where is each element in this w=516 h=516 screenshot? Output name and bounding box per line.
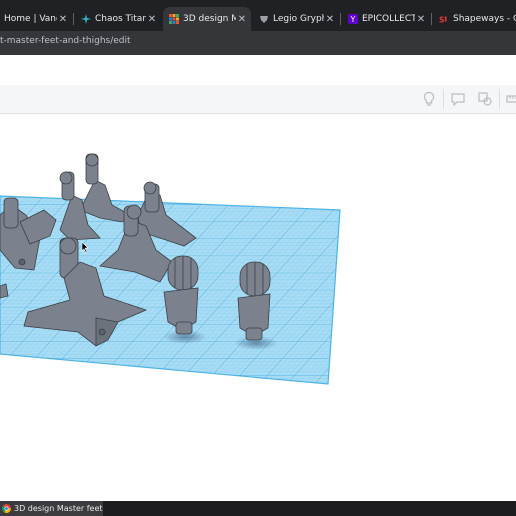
browser-tab-strip: Home | Vangua ✕ Chaos Titan by ✕ 3D desi… xyxy=(0,0,516,31)
shapeways-favicon-icon: S xyxy=(439,15,447,24)
tab-label: Legio Gryphon xyxy=(273,14,324,24)
speech-bubble-icon[interactable] xyxy=(447,88,469,110)
tab-epicollector[interactable]: Y EPICOLLECTOR ✕ xyxy=(342,7,430,31)
chrome-icon xyxy=(2,504,11,513)
yahoo-favicon-icon: Y xyxy=(348,14,358,24)
tab-label: Chaos Titan by xyxy=(95,14,146,24)
tab-chaos-titan[interactable]: Chaos Titan by ✕ xyxy=(75,7,161,31)
tab-separator xyxy=(340,13,341,25)
taskbar-item-label: 3D design Master feet ... xyxy=(14,504,103,513)
toolbar-separator xyxy=(499,89,500,109)
close-tab-icon[interactable]: ✕ xyxy=(57,14,69,25)
close-tab-icon[interactable]: ✕ xyxy=(236,14,248,25)
tab-label: Shapeways - Cr xyxy=(453,14,516,24)
thingiverse-favicon-icon xyxy=(81,14,91,24)
os-taskbar: 3D design Master feet ... xyxy=(0,501,516,516)
shield-favicon-icon xyxy=(260,16,268,23)
tab-label: Home | Vangua xyxy=(4,14,57,24)
svg-text:S: S xyxy=(439,15,444,24)
tinkercad-favicon-icon xyxy=(169,14,179,24)
tinkercad-editor xyxy=(0,55,516,501)
tab-shapeways[interactable]: S Shapeways - Cr xyxy=(433,7,516,31)
editor-toolbar xyxy=(0,85,516,114)
tab-separator xyxy=(73,13,74,25)
tab-3d-design-master[interactable]: 3D design Mas ✕ xyxy=(163,7,251,31)
taskbar-item-chrome[interactable]: 3D design Master feet ... xyxy=(0,501,103,516)
close-tab-icon[interactable]: ✕ xyxy=(146,14,158,25)
tab-label: 3D design Mas xyxy=(183,14,236,24)
ruler-icon[interactable] xyxy=(502,88,516,110)
address-bar[interactable]: t-master-feet-and-thighs/edit xyxy=(0,31,516,55)
tab-separator xyxy=(431,13,432,25)
tab-label: EPICOLLECTOR xyxy=(362,14,415,24)
titan-thigh-model[interactable] xyxy=(163,255,199,335)
url-text[interactable]: t-master-feet-and-thighs/edit xyxy=(0,36,131,46)
tab-home-vanguard[interactable]: Home | Vangua ✕ xyxy=(0,7,72,31)
close-tab-icon[interactable]: ✕ xyxy=(324,14,336,25)
3d-scene xyxy=(0,153,341,385)
tab-legio-gryphon[interactable]: Legio Gryphon ✕ xyxy=(253,7,339,31)
lightbulb-icon[interactable] xyxy=(418,88,440,110)
titan-thigh-model[interactable] xyxy=(237,261,271,341)
close-tab-icon[interactable]: ✕ xyxy=(415,14,427,25)
svg-text:Y: Y xyxy=(350,15,356,24)
3d-viewport[interactable] xyxy=(0,115,516,501)
shapes-icon[interactable] xyxy=(474,88,496,110)
toolbar-separator xyxy=(443,89,444,109)
